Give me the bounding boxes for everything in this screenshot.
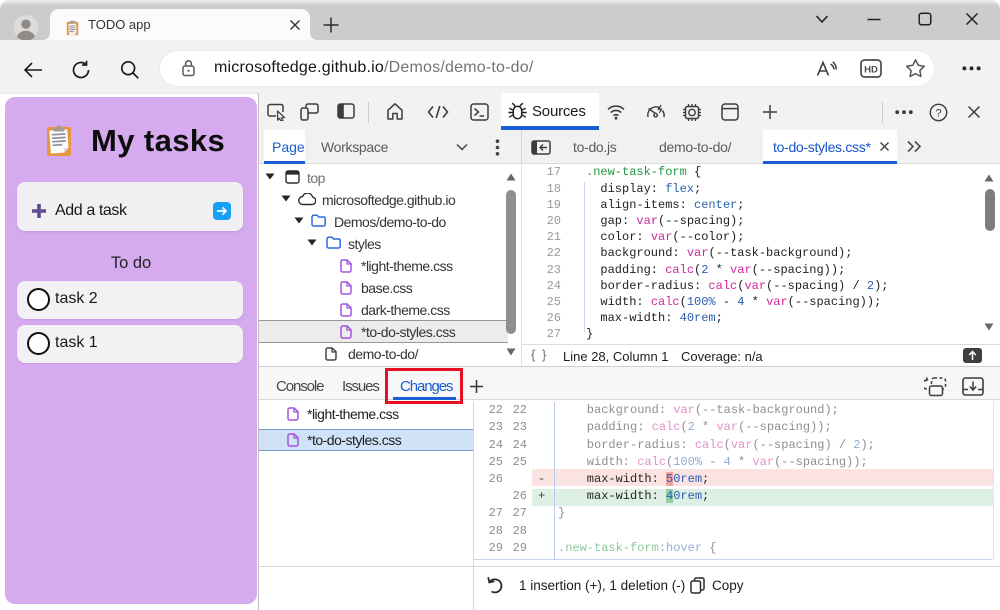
- svg-text:HD: HD: [864, 65, 878, 76]
- svg-text:?: ?: [935, 107, 941, 119]
